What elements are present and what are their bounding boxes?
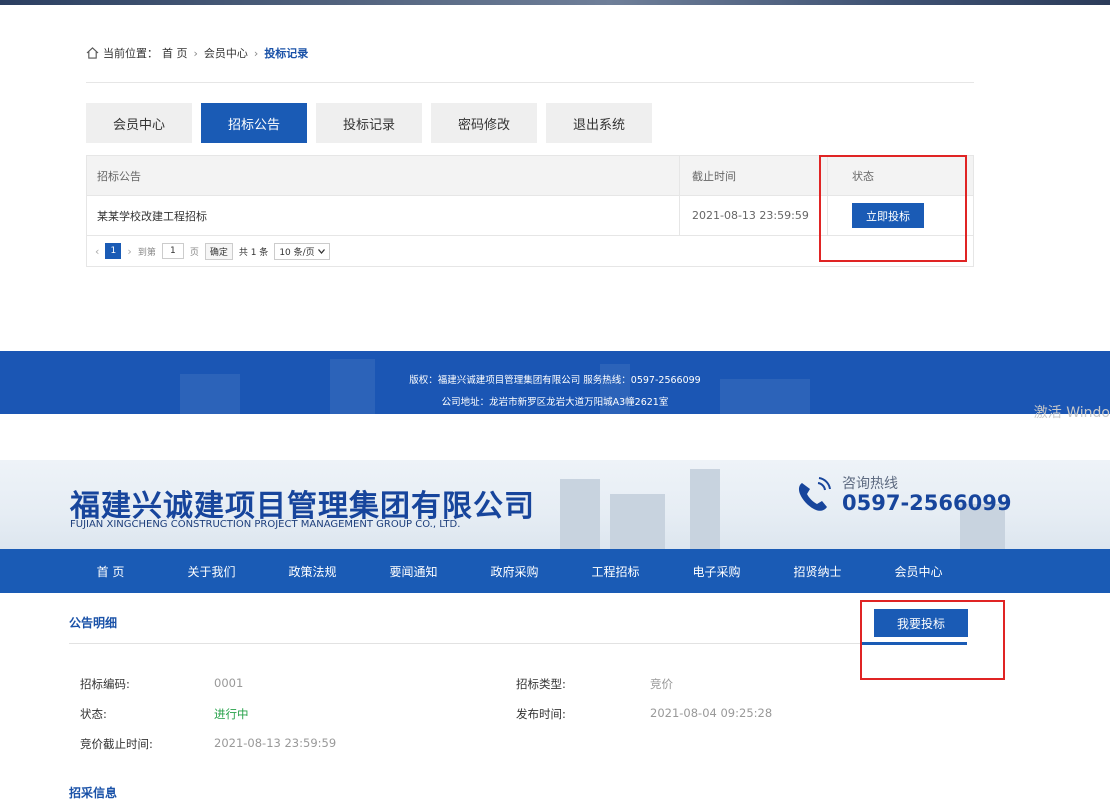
tab-logout[interactable]: 退出系统 bbox=[546, 103, 652, 143]
row-deadline: 2021-08-13 23:59:59 bbox=[679, 196, 827, 235]
status-label: 状态: bbox=[80, 707, 107, 721]
code-label: 招标编码: bbox=[80, 677, 130, 691]
top-banner-strip bbox=[0, 0, 1110, 5]
highlight-box-bid-button bbox=[860, 600, 1005, 680]
nav-home[interactable]: 首 页 bbox=[60, 563, 161, 580]
tab-tender-notices[interactable]: 招标公告 bbox=[201, 103, 307, 143]
home-icon bbox=[86, 47, 99, 59]
breadcrumb-home[interactable]: 首 页 bbox=[162, 45, 188, 61]
highlight-box-status bbox=[819, 155, 967, 262]
page-label: 页 bbox=[189, 247, 199, 258]
tab-password-change[interactable]: 密码修改 bbox=[431, 103, 537, 143]
breadcrumb-prefix: 当前位置： bbox=[103, 47, 158, 60]
section-title: 公告明细 bbox=[69, 616, 118, 630]
breadcrumb-current: 投标记录 bbox=[264, 47, 309, 60]
page-size-select[interactable]: 10 条/页 bbox=[274, 242, 330, 260]
phone-icon bbox=[798, 477, 831, 511]
breadcrumb: 当前位置： 首 页 › 会员中心 › 投标记录 bbox=[86, 45, 308, 61]
nav-engineering-tender[interactable]: 工程招标 bbox=[565, 563, 666, 580]
goto-confirm-button[interactable]: 确定 bbox=[204, 242, 233, 260]
total-count: 共 1 条 bbox=[238, 247, 269, 258]
divider bbox=[86, 82, 974, 83]
deadline-value: 2021-08-13 23:59:59 bbox=[214, 736, 337, 750]
breadcrumb-member[interactable]: 会员中心 bbox=[204, 45, 248, 61]
footer-copyright: 版权：福建兴诚建项目管理集团有限公司 服务热线：0597-2566099 bbox=[409, 375, 701, 386]
row-title[interactable]: 某某学校改建工程招标 bbox=[87, 208, 679, 224]
header-bg-building bbox=[560, 479, 600, 549]
deadline-label: 竞价截止时间: bbox=[80, 737, 153, 751]
company-name-en: FUJIAN XINGCHENG CONSTRUCTION PROJECT MA… bbox=[70, 519, 461, 530]
nav-gov-procurement[interactable]: 政府采购 bbox=[464, 563, 565, 580]
procurement-info-title: 招采信息 bbox=[69, 786, 118, 800]
goto-label: 到第 bbox=[137, 247, 156, 258]
hotline-number: 0597-2566099 bbox=[842, 491, 1012, 515]
nav-e-procurement[interactable]: 电子采购 bbox=[666, 563, 767, 580]
breadcrumb-separator-icon: › bbox=[193, 46, 198, 60]
nav-news[interactable]: 要闻通知 bbox=[363, 563, 464, 580]
goto-page-input[interactable]: 1 bbox=[161, 243, 184, 259]
header-bg-building bbox=[690, 469, 720, 549]
prev-page-icon[interactable]: ‹ bbox=[95, 245, 99, 258]
main-nav: 首 页 关于我们 政策法规 要闻通知 政府采购 工程招标 电子采购 招贤纳士 会… bbox=[0, 549, 1110, 593]
member-tabs: 会员中心 招标公告 投标记录 密码修改 退出系统 bbox=[86, 103, 652, 143]
nav-about[interactable]: 关于我们 bbox=[161, 563, 262, 580]
code-value: 0001 bbox=[214, 676, 244, 690]
tab-member-center[interactable]: 会员中心 bbox=[86, 103, 192, 143]
header-deadline: 截止时间 bbox=[679, 156, 827, 195]
breadcrumb-separator-icon: › bbox=[253, 46, 259, 60]
nav-recruitment[interactable]: 招贤纳士 bbox=[767, 563, 868, 580]
nav-policy[interactable]: 政策法规 bbox=[262, 563, 363, 580]
type-label: 招标类型: bbox=[516, 677, 566, 691]
header-notice: 招标公告 bbox=[97, 169, 141, 183]
divider bbox=[69, 643, 966, 644]
publish-value: 2021-08-04 09:25:28 bbox=[650, 706, 773, 720]
footer: 版权：福建兴诚建项目管理集团有限公司 服务热线：0597-2566099 公司地… bbox=[0, 351, 1110, 414]
page-size-value: 10 条/页 bbox=[279, 247, 315, 258]
hotline-label: 咨询热线 bbox=[842, 476, 898, 492]
next-page-icon[interactable]: › bbox=[127, 245, 131, 258]
header-bg-building bbox=[610, 494, 665, 549]
tab-bid-records[interactable]: 投标记录 bbox=[316, 103, 422, 143]
status-value: 进行中 bbox=[214, 707, 249, 721]
windows-activation-watermark: 激活 Windo bbox=[1033, 405, 1110, 421]
hotline: 咨询热线 0597-2566099 bbox=[794, 476, 1011, 514]
publish-label: 发布时间: bbox=[516, 707, 566, 721]
page-current[interactable]: 1 bbox=[105, 243, 122, 259]
type-value: 竞价 bbox=[650, 677, 673, 691]
footer-address: 公司地址：龙岩市新罗区龙岩大道万阳城A3幢2621室 bbox=[441, 397, 669, 408]
chevron-down-icon bbox=[317, 248, 325, 254]
nav-member-center[interactable]: 会员中心 bbox=[868, 563, 969, 580]
